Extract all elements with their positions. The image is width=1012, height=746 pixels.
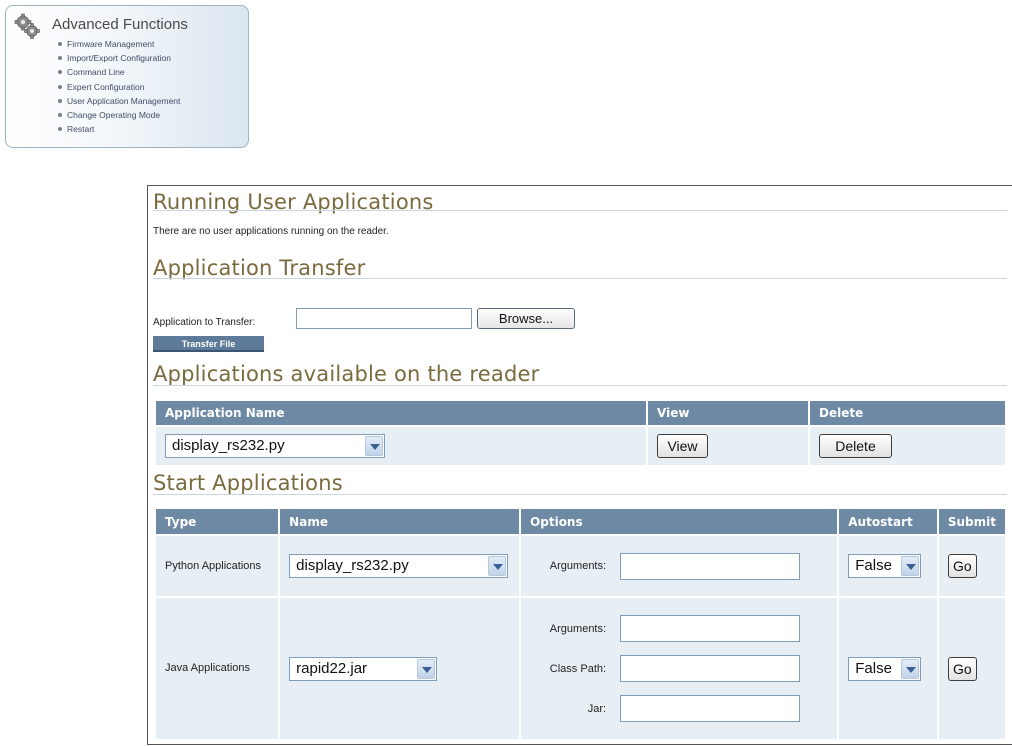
table-row: display_rs232.py View Delete: [154, 425, 1007, 467]
java-jar-row: Jar:: [530, 695, 828, 722]
java-classpath-input[interactable]: [620, 655, 801, 682]
column-name: Name: [278, 507, 522, 536]
application-file-input[interactable]: [296, 308, 472, 329]
table-row-java: Java Applications rapid22.jar Arguments:…: [153, 596, 1008, 741]
application-transfer-title: Application Transfer: [153, 256, 366, 280]
user-applications-panel: Running User Applications There are no u…: [147, 185, 1012, 745]
section-divider: [153, 385, 1007, 386]
no-apps-message: There are no user applications running o…: [153, 226, 389, 237]
chevron-down-icon[interactable]: [488, 556, 507, 576]
column-view: View: [646, 399, 810, 427]
delete-button[interactable]: Delete: [819, 434, 892, 458]
menu-list: Firmware Management Import/Export Config…: [58, 37, 180, 136]
menu-item-restart[interactable]: Restart: [58, 122, 180, 136]
chevron-down-icon[interactable]: [901, 556, 920, 576]
chevron-down-icon[interactable]: [365, 436, 383, 456]
java-arguments-input[interactable]: [620, 615, 801, 642]
python-app-selected: display_rs232.py: [296, 557, 409, 574]
menu-item-firmware-management[interactable]: Firmware Management: [58, 37, 180, 51]
column-delete: Delete: [808, 399, 1007, 427]
arguments-label: Arguments:: [549, 560, 607, 572]
start-applications-title: Start Applications: [153, 471, 343, 495]
menu-title: Advanced Functions: [52, 16, 188, 33]
type-python: Python Applications: [153, 534, 281, 598]
java-classpath-row: Class Path:: [530, 655, 828, 682]
jar-label: Jar:: [587, 702, 607, 715]
advanced-functions-menu: Advanced Functions Firmware Management I…: [5, 5, 249, 148]
column-submit: Submit: [936, 507, 1008, 536]
python-app-select[interactable]: display_rs232.py: [289, 554, 509, 578]
section-divider: [153, 494, 1007, 495]
start-applications-table: Type Name Options Autostart Submit Pytho…: [153, 507, 1008, 741]
java-app-selected: rapid22.jar: [296, 659, 368, 677]
python-arguments-row: Arguments:: [530, 552, 828, 580]
table-row-python: Python Applications display_rs232.py Arg…: [153, 534, 1008, 598]
menu-item-command-line[interactable]: Command Line: [58, 65, 180, 79]
python-autostart-select[interactable]: False: [848, 554, 922, 578]
python-arguments-input[interactable]: [620, 552, 801, 580]
column-options: Options: [519, 507, 840, 536]
gears-icon: [14, 13, 40, 39]
section-divider: [153, 278, 1007, 279]
java-go-button[interactable]: Go: [947, 656, 977, 681]
menu-item-import-export-configuration[interactable]: Import/Export Configuration: [58, 51, 180, 65]
column-type: Type: [153, 507, 281, 536]
java-jar-input[interactable]: [620, 695, 801, 722]
applications-available-title: Applications available on the reader: [153, 362, 540, 386]
available-app-select[interactable]: display_rs232.py: [165, 434, 385, 458]
column-autostart: Autostart: [837, 507, 939, 536]
browse-button[interactable]: Browse...: [477, 308, 575, 329]
class-path-label: Class Path:: [549, 662, 607, 675]
python-go-button[interactable]: Go: [947, 554, 977, 578]
menu-item-expert-configuration[interactable]: Expert Configuration: [58, 80, 180, 94]
view-button[interactable]: View: [657, 434, 708, 458]
java-app-select[interactable]: rapid22.jar: [289, 656, 438, 681]
transfer-file-button[interactable]: Transfer File: [153, 336, 264, 352]
arguments-label: Arguments:: [549, 622, 607, 635]
chevron-down-icon[interactable]: [901, 658, 920, 679]
menu-item-user-application-management[interactable]: User Application Management: [58, 94, 180, 108]
java-autostart-select[interactable]: False: [848, 656, 922, 681]
java-arguments-row: Arguments:: [530, 615, 828, 642]
chevron-down-icon[interactable]: [417, 658, 436, 679]
available-app-selected: display_rs232.py: [172, 437, 285, 454]
available-applications-table: Application Name View Delete display_rs2…: [154, 399, 1007, 467]
column-application-name: Application Name: [154, 399, 648, 427]
application-to-transfer-label: Application to Transfer:: [153, 317, 256, 328]
menu-item-change-operating-mode[interactable]: Change Operating Mode: [58, 108, 180, 122]
type-java: Java Applications: [153, 596, 281, 741]
java-autostart-value: False: [855, 659, 892, 677]
python-autostart-value: False: [855, 557, 892, 574]
section-divider: [153, 210, 1007, 211]
